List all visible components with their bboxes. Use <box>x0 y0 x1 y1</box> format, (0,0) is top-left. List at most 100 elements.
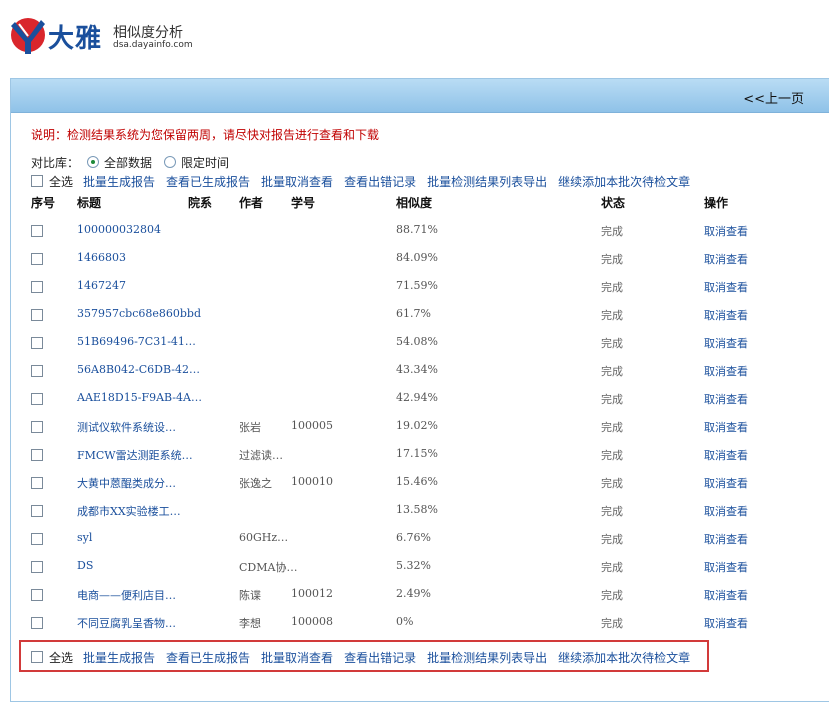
table-row: 不同豆腐乳呈香物… 李想 100008 0% 完成 取消查看 <box>11 609 829 637</box>
row-student-id: 100012 <box>291 587 333 600</box>
row-cancel-view-link[interactable]: 取消查看 <box>704 419 748 435</box>
row-checkbox[interactable] <box>31 449 43 461</box>
row-similarity: 5.32% <box>396 559 431 572</box>
row-checkbox[interactable] <box>31 589 43 601</box>
row-checkbox[interactable] <box>31 421 43 433</box>
table-row: AAE18D15-F9AB-4A… 42.94% 完成 取消查看 <box>11 385 829 413</box>
row-cancel-view-link[interactable]: 取消查看 <box>704 251 748 267</box>
daya-logo-icon <box>11 18 45 54</box>
row-checkbox[interactable] <box>31 309 43 321</box>
batch-toolbar-top: 全选 批量生成报告 查看已生成报告 批量取消查看 查看出错记录 批量检测结果列表… <box>31 173 701 189</box>
export-results-link[interactable]: 批量检测结果列表导出 <box>427 173 547 190</box>
col-index: 序号 <box>31 196 56 210</box>
brand-name: 大雅 <box>48 24 103 54</box>
view-error-log-link[interactable]: 查看出错记录 <box>344 173 416 190</box>
view-generated-reports-link[interactable]: 查看已生成报告 <box>166 649 250 666</box>
row-title-link[interactable]: 51B69496-7C31-41… <box>77 335 196 348</box>
row-title-link[interactable]: AAE18D15-F9AB-4A… <box>77 391 202 404</box>
prev-page-link[interactable]: <<上一页 <box>743 88 804 107</box>
row-checkbox[interactable] <box>31 281 43 293</box>
table-row: 100000032804 88.71% 完成 取消查看 <box>11 217 829 245</box>
table-row: 成都市XX实验楼工… 13.58% 完成 取消查看 <box>11 497 829 525</box>
row-cancel-view-link[interactable]: 取消查看 <box>704 335 748 351</box>
row-checkbox[interactable] <box>31 365 43 377</box>
row-cancel-view-link[interactable]: 取消查看 <box>704 363 748 379</box>
batch-cancel-view-link[interactable]: 批量取消查看 <box>261 173 333 190</box>
row-status: 完成 <box>601 477 623 490</box>
row-cancel-view-link[interactable]: 取消查看 <box>704 475 748 491</box>
batch-generate-report-link[interactable]: 批量生成报告 <box>83 173 155 190</box>
panel-toolbar: <<上一页 <box>11 79 829 113</box>
batch-cancel-view-link[interactable]: 批量取消查看 <box>261 649 333 666</box>
row-cancel-view-link[interactable]: 取消查看 <box>704 447 748 463</box>
row-checkbox[interactable] <box>31 617 43 629</box>
row-title-link[interactable]: 成都市XX实验楼工… <box>77 503 181 519</box>
row-student-id: 100010 <box>291 475 333 488</box>
table-row: 357957cbc68e860bbd 61.7% 完成 取消查看 <box>11 301 829 329</box>
select-all-checkbox-top[interactable] <box>31 175 43 187</box>
row-similarity: 17.15% <box>396 447 438 460</box>
row-status: 完成 <box>601 393 623 406</box>
row-checkbox[interactable] <box>31 477 43 489</box>
row-cancel-view-link[interactable]: 取消查看 <box>704 307 748 323</box>
row-checkbox[interactable] <box>31 561 43 573</box>
row-similarity: 6.76% <box>396 531 431 544</box>
row-cancel-view-link[interactable]: 取消查看 <box>704 615 748 631</box>
row-cancel-view-link[interactable]: 取消查看 <box>704 587 748 603</box>
row-title-link[interactable]: 电商——便利店目… <box>77 587 176 603</box>
row-checkbox[interactable] <box>31 337 43 349</box>
retention-notice: 说明：检测结果系统为您保留两周，请尽快对报告进行查看和下载 <box>31 128 380 142</box>
row-title-link[interactable]: FMCW雷达测距系统… <box>77 447 193 463</box>
row-similarity: 54.08% <box>396 335 438 348</box>
batch-generate-report-link[interactable]: 批量生成报告 <box>83 649 155 666</box>
row-author: CDMA协… <box>239 561 298 574</box>
row-title-link[interactable]: 测试仪软件系统设… <box>77 419 176 435</box>
row-checkbox[interactable] <box>31 533 43 545</box>
row-author: 张逸之 <box>239 477 272 490</box>
row-title-link[interactable]: 1467247 <box>77 279 126 292</box>
select-all-label-top[interactable]: 全选 <box>49 173 73 190</box>
table-row: syl 60GHz… 6.76% 完成 取消查看 <box>11 525 829 553</box>
row-title-link[interactable]: 1466803 <box>77 251 126 264</box>
row-checkbox[interactable] <box>31 225 43 237</box>
select-all-checkbox-bottom[interactable] <box>31 651 43 663</box>
result-panel: <<上一页 说明：检测结果系统为您保留两周，请尽快对报告进行查看和下载 对比库：… <box>10 78 829 702</box>
row-cancel-view-link[interactable]: 取消查看 <box>704 391 748 407</box>
add-more-articles-link[interactable]: 继续添加本批次待检文章 <box>558 649 690 666</box>
row-status: 完成 <box>601 561 623 574</box>
col-student-id: 学号 <box>291 196 316 210</box>
row-title-link[interactable]: 56A8B042-C6DB-42… <box>77 363 200 376</box>
row-title-link[interactable]: syl <box>77 531 92 544</box>
row-student-id: 100005 <box>291 419 333 432</box>
select-all-label-bottom[interactable]: 全选 <box>49 649 73 666</box>
radio-all-data-label[interactable]: 全部数据 <box>104 154 152 171</box>
row-similarity: 84.09% <box>396 251 438 264</box>
col-title: 标题 <box>77 196 102 210</box>
row-title-link[interactable]: 不同豆腐乳呈香物… <box>77 615 176 631</box>
row-checkbox[interactable] <box>31 505 43 517</box>
row-cancel-view-link[interactable]: 取消查看 <box>704 531 748 547</box>
row-status: 完成 <box>601 337 623 350</box>
radio-limited-time-label[interactable]: 限定时间 <box>181 154 229 171</box>
brand-url: dsa.dayainfo.com <box>113 40 193 50</box>
view-error-log-link[interactable]: 查看出错记录 <box>344 649 416 666</box>
row-cancel-view-link[interactable]: 取消查看 <box>704 503 748 519</box>
row-status: 完成 <box>601 505 623 518</box>
row-title-link[interactable]: 大黄中蒽醌类成分… <box>77 475 176 491</box>
row-title-link[interactable]: DS <box>77 559 93 572</box>
row-title-link[interactable]: 100000032804 <box>77 223 161 236</box>
view-generated-reports-link[interactable]: 查看已生成报告 <box>166 173 250 190</box>
row-checkbox[interactable] <box>31 253 43 265</box>
row-title-link[interactable]: 357957cbc68e860bbd <box>77 307 201 320</box>
row-status: 完成 <box>601 533 623 546</box>
row-status: 完成 <box>601 589 623 602</box>
row-checkbox[interactable] <box>31 393 43 405</box>
row-cancel-view-link[interactable]: 取消查看 <box>704 223 748 239</box>
row-cancel-view-link[interactable]: 取消查看 <box>704 279 748 295</box>
table-row: 1466803 84.09% 完成 取消查看 <box>11 245 829 273</box>
add-more-articles-link[interactable]: 继续添加本批次待检文章 <box>558 173 690 190</box>
row-cancel-view-link[interactable]: 取消查看 <box>704 559 748 575</box>
radio-limited-time[interactable] <box>164 156 177 168</box>
export-results-link[interactable]: 批量检测结果列表导出 <box>427 649 547 666</box>
radio-all-data[interactable] <box>87 156 100 168</box>
